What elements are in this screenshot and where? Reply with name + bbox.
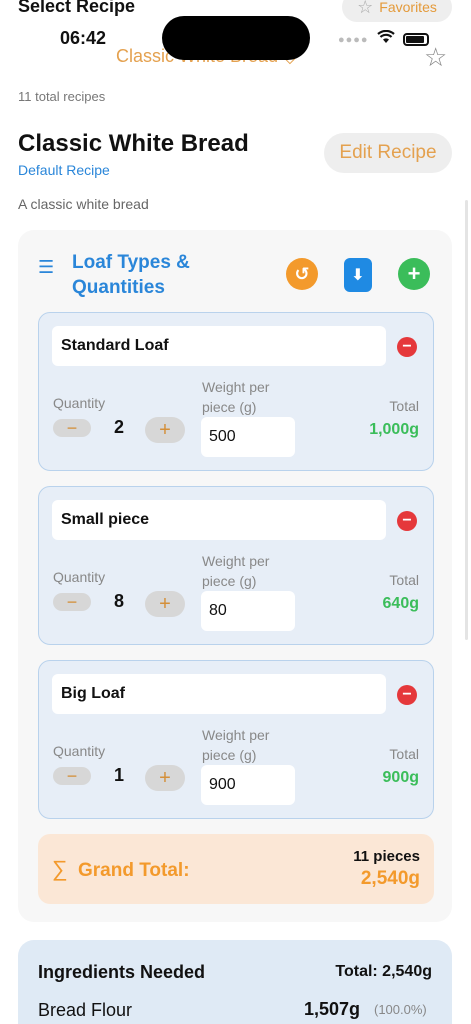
increment-button[interactable]: + [145,591,185,617]
total-label: Total [389,398,419,414]
grand-total-weight: 2,540g [360,868,420,889]
weight-label: Weight per piece (g) [202,553,270,589]
recipe-title: Classic White Bread [18,130,249,157]
quantity-label: Quantity [53,569,106,585]
grand-total-pieces: 11 pieces [353,848,420,865]
loaf-name-field[interactable]: Standard Loaf [52,326,386,366]
ingredient-percent: (100.0%) [374,1002,427,1017]
favorites-label: Favorites [379,0,437,15]
grand-total-label: Grand Total: [78,860,190,881]
grand-total-box: ∑ Grand Total: 11 pieces 2,540g [38,834,434,904]
weight-field[interactable]: 500 [201,417,295,457]
favorites-button[interactable]: ☆ Favorites [342,0,452,22]
ingredients-title: Ingredients Needed [38,962,206,982]
weight-field[interactable]: 80 [201,591,295,631]
loaf-card: Standard Loaf − Quantity − 2 + Weight pe… [38,312,434,471]
total-label: Total [389,572,419,588]
sigma-icon: ∑ [52,856,68,881]
top-title: Select Recipe [18,0,136,16]
recipe-description: A classic white bread [18,196,149,212]
loaf-total: 1,000g [369,421,419,438]
edit-recipe-button[interactable]: Edit Recipe [324,133,452,173]
loaf-card: Big Loaf − Quantity − 1 + Weight per pie… [38,660,434,819]
scrollbar[interactable] [465,200,468,640]
signal-icon: ●●●● [338,33,369,46]
loaf-name-field[interactable]: Big Loaf [52,674,386,714]
decrement-button[interactable]: − [53,418,91,438]
add-icon[interactable]: + [398,258,430,290]
status-time: 06:42 [60,28,107,48]
weight-label: Weight per piece (g) [202,727,270,763]
remove-icon[interactable]: − [397,511,417,531]
recipe-count: 11 total recipes [18,89,106,104]
star-icon: ☆ [357,0,374,17]
increment-button[interactable]: + [145,417,185,443]
remove-icon[interactable]: − [397,685,417,705]
quantity-value: 8 [113,591,124,611]
panel-title: Loaf Types & Quantities [72,252,190,298]
ingredients-panel: Ingredients Needed Total: 2,540g Bread F… [18,940,452,1024]
quantity-label: Quantity [53,743,106,759]
increment-button[interactable]: + [145,765,185,791]
loaf-card: Small piece − Quantity − 8 + Weight per … [38,486,434,645]
ingredients-total: Total: 2,540g [335,963,432,980]
quantity-label: Quantity [53,395,106,411]
decrement-button[interactable]: − [53,592,91,612]
loaf-name-field[interactable]: Small piece [52,500,386,540]
ingredient-name: Bread Flour [38,1000,133,1020]
quantity-value: 2 [113,417,124,437]
list-icon: ☰ [38,257,55,277]
reset-icon[interactable]: ↺ [286,258,318,290]
loaf-total: 640g [382,595,419,612]
weight-label: Weight per piece (g) [202,379,270,415]
panel-header: ☰ Loaf Types & Quantities [38,250,212,300]
wifi-icon [376,29,395,49]
favorite-toggle-icon[interactable]: ☆ [424,42,447,73]
remove-icon[interactable]: − [397,337,417,357]
loaf-total: 900g [382,769,419,786]
quantity-value: 1 [113,765,124,785]
loaf-types-panel: ☰ Loaf Types & Quantities ↺ ⬇ + Standard… [18,230,452,922]
download-icon[interactable]: ⬇ [344,258,372,292]
decrement-button[interactable]: − [53,766,91,786]
dynamic-island [162,16,310,60]
total-label: Total [389,746,419,762]
ingredient-amount: 1,507g [304,999,361,1019]
recipe-subtitle: Default Recipe [18,162,110,178]
weight-field[interactable]: 900 [201,765,295,805]
status-icons: ●●●● [338,29,429,49]
